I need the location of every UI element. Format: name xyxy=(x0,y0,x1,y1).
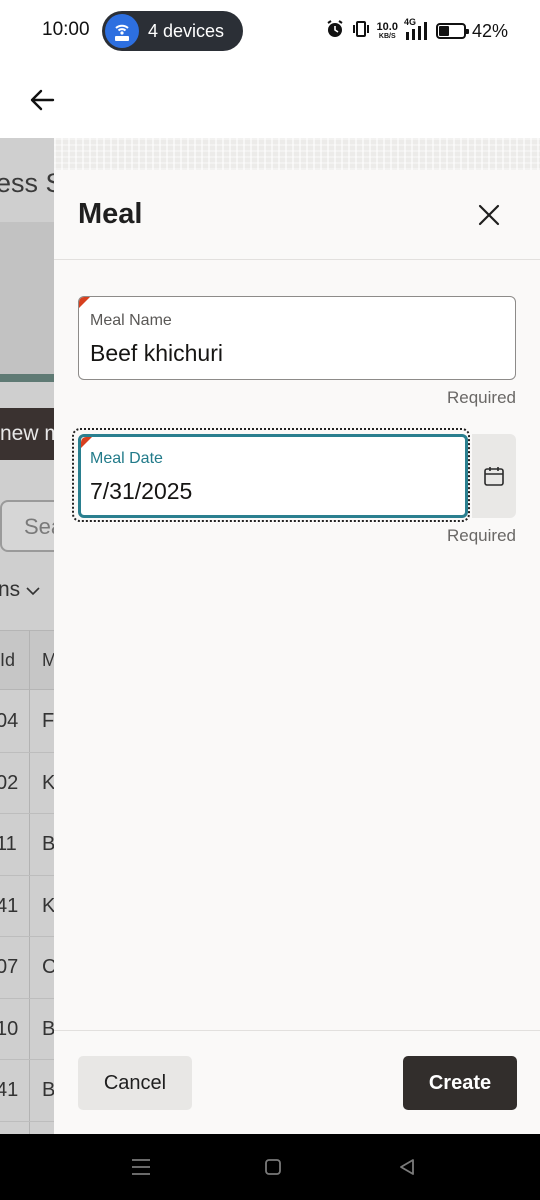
hotspot-pill[interactable]: 4 devices xyxy=(102,11,243,51)
background-stripe xyxy=(0,374,54,382)
background-row-id: 04 xyxy=(0,710,19,732)
back-button[interactable] xyxy=(24,82,60,118)
new-meal-button[interactable]: new m xyxy=(0,408,54,460)
required-marker xyxy=(81,437,92,448)
calendar-icon xyxy=(484,467,504,486)
columns-toggle-label: ns xyxy=(0,578,21,601)
meal-date-label: Meal Date xyxy=(90,450,163,467)
hotspot-icon xyxy=(105,14,139,48)
background-row-divider xyxy=(0,936,54,937)
arrow-left-icon xyxy=(30,89,55,111)
system-nav-bar xyxy=(0,1134,540,1200)
background-header-id: Id xyxy=(0,650,16,670)
signal-icon: 4G xyxy=(404,17,430,42)
net-speed: 10.0 KB/S xyxy=(376,20,398,41)
drawer-header-divider xyxy=(54,259,540,260)
background-page: ess S new m Sea ns Id M 04 F 02 K 11 B 41 K 07 C 1… xyxy=(0,138,54,1134)
background-row-divider xyxy=(0,1120,54,1122)
hotspot-label: 4 devices xyxy=(148,21,225,41)
back-nav-button[interactable] xyxy=(392,1154,422,1180)
background-page-title: ess S xyxy=(0,168,54,198)
triangle-back-icon xyxy=(400,1159,414,1175)
background-row-meal: B xyxy=(42,1079,54,1101)
drawer-texture xyxy=(54,138,540,170)
background-row-id: 11 xyxy=(0,833,17,855)
cancel-button[interactable]: Cancel xyxy=(78,1056,192,1110)
battery-fill xyxy=(438,26,449,36)
status-icons: 10.0 KB/S 4G 42% xyxy=(325,17,508,44)
status-time: 10:00 xyxy=(42,19,90,40)
net-speed-unit: KB/S xyxy=(378,32,396,40)
meal-name-value[interactable]: Beef khichuri xyxy=(90,340,223,367)
meal-date-value[interactable]: 7/31/2025 xyxy=(90,478,192,505)
background-row-meal: C xyxy=(42,956,54,978)
battery-icon xyxy=(435,23,469,39)
meal-name-field[interactable]: Meal Name Beef khichuri xyxy=(78,296,516,380)
background-row-meal: K xyxy=(42,771,54,794)
background-row-divider xyxy=(0,874,54,876)
net-speed-value: 10.0 xyxy=(376,20,398,33)
close-icon xyxy=(478,204,500,226)
meal-date-field[interactable]: Meal Date 7/31/2025 xyxy=(78,434,468,518)
required-marker xyxy=(79,297,90,308)
status-bar: 10:00 4 devices 10.0 KB/S 4G 42% xyxy=(0,0,540,62)
drawer-footer-divider xyxy=(54,1030,540,1031)
background-row-id: 07 xyxy=(0,956,19,978)
meal-drawer: Meal Meal Name Beef khichuri Required Me… xyxy=(54,138,540,1134)
background-row-id: 02 xyxy=(0,771,19,794)
background-row-divider xyxy=(0,751,54,753)
drawer-title: Meal xyxy=(78,198,143,230)
background-row-id: 41 xyxy=(0,1079,19,1101)
background-search-input[interactable]: Sea xyxy=(0,500,54,552)
home-button[interactable] xyxy=(258,1154,288,1180)
close-button[interactable] xyxy=(470,196,508,234)
meal-name-label: Meal Name xyxy=(90,312,172,329)
columns-toggle[interactable]: ns xyxy=(0,578,40,602)
vibrate-icon xyxy=(351,20,371,43)
battery-percent: 42% xyxy=(471,20,508,41)
background-banner xyxy=(0,222,54,374)
background-row-id: 10 xyxy=(0,1017,19,1040)
background-header-meal: M xyxy=(42,650,54,670)
home-square-icon xyxy=(265,1159,281,1175)
background-row-id: 41 xyxy=(0,894,19,917)
background-row-meal: F xyxy=(42,710,54,732)
background-row-divider xyxy=(0,813,54,814)
chevron-down-icon xyxy=(26,587,40,596)
meal-date-helper: Required xyxy=(447,526,516,545)
background-row-divider xyxy=(0,997,54,999)
background-row-meal: B xyxy=(42,1017,54,1040)
recent-apps-button[interactable] xyxy=(126,1154,156,1180)
date-picker-button[interactable] xyxy=(472,434,516,518)
background-row-meal: B xyxy=(42,833,54,855)
meal-name-helper: Required xyxy=(447,388,516,407)
background-row-meal: K xyxy=(42,894,54,917)
menu-lines-icon xyxy=(132,1159,150,1175)
create-button[interactable]: Create xyxy=(403,1056,517,1110)
app-header xyxy=(0,62,540,138)
background-row-divider xyxy=(0,1059,54,1060)
alarm-icon xyxy=(325,19,345,44)
